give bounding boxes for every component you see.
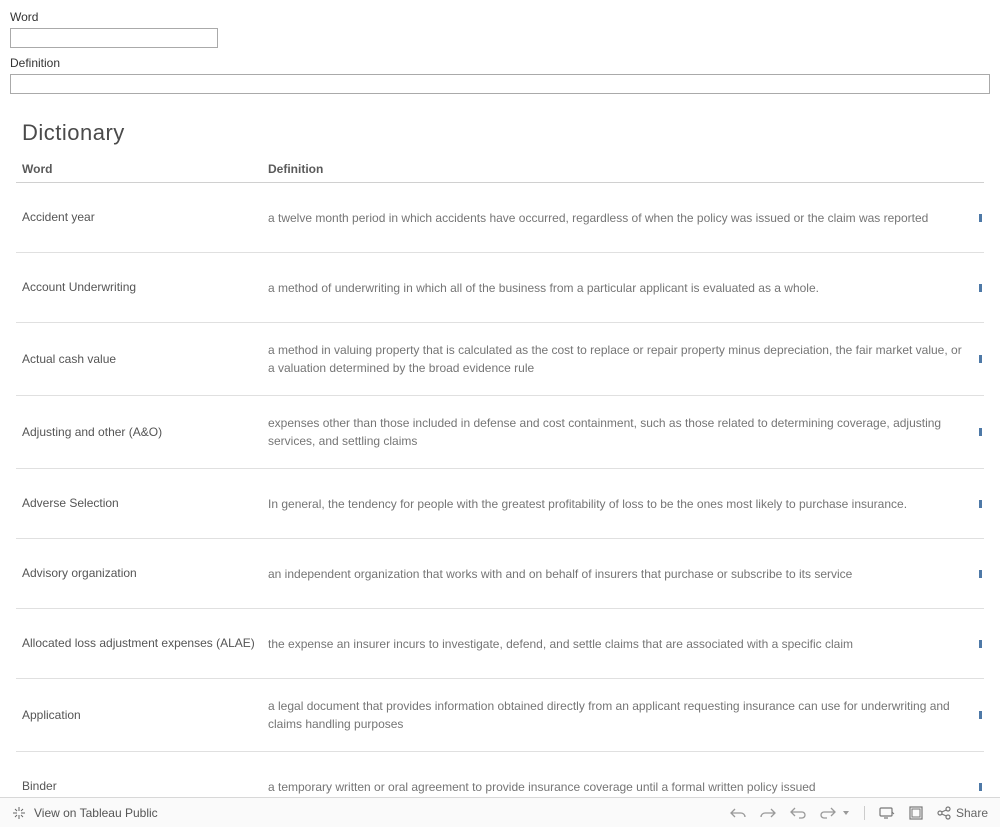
bar-mark [979,640,982,648]
bar-mark [979,711,982,719]
definition-cell: a legal document that provides informati… [268,679,978,751]
definition-cell: expenses other than those included in de… [268,396,978,468]
bar-mark [979,783,982,791]
bottom-toolbar: View on Tableau Public Share [0,797,1000,827]
word-cell: Application [16,689,268,742]
share-icon [937,806,951,820]
filter-area: Word Definition [0,0,1000,100]
refresh-button[interactable] [820,806,836,820]
tableau-logo-icon [12,806,26,820]
table-row[interactable]: Adjusting and other (A&O)expenses other … [16,396,984,469]
word-cell: Adjusting and other (A&O) [16,406,268,459]
bar-cell [978,355,984,363]
word-cell: Accident year [16,191,268,244]
bar-cell [978,570,984,578]
dictionary-table: Word Definition Accident yeara twelve mo… [16,162,984,803]
definition-cell: an independent organization that works w… [268,547,978,601]
section-title: Dictionary [22,120,984,146]
dictionary-section: Dictionary Word Definition Accident year… [0,100,1000,803]
word-filter-input[interactable] [10,28,218,48]
bar-cell [978,214,984,222]
device-preview-button[interactable] [879,806,895,820]
table-row[interactable]: Bindera temporary written or oral agreem… [16,752,984,803]
bar-cell [978,783,984,791]
revert-button[interactable] [790,806,806,820]
word-cell: Account Underwriting [16,261,268,314]
table-row[interactable]: Account Underwritinga method of underwri… [16,253,984,323]
fullscreen-button[interactable] [909,806,923,820]
bar-mark [979,214,982,222]
bar-mark [979,500,982,508]
definition-cell: In general, the tendency for people with… [268,477,978,531]
word-cell: Actual cash value [16,333,268,386]
table-row[interactable]: Adverse SelectionIn general, the tendenc… [16,469,984,539]
share-button[interactable]: Share [937,806,988,820]
definition-cell: a method of underwriting in which all of… [268,261,978,315]
view-on-tableau-public-button[interactable]: View on Tableau Public [34,806,158,820]
table-row[interactable]: Accident yeara twelve month period in wh… [16,183,984,253]
bar-cell [978,428,984,436]
word-cell: Allocated loss adjustment expenses (ALAE… [16,617,268,670]
refresh-dropdown-button[interactable] [842,809,850,817]
column-header-definition[interactable]: Definition [268,162,978,176]
table-body[interactable]: Accident yeara twelve month period in wh… [16,183,984,803]
table-row[interactable]: Allocated loss adjustment expenses (ALAE… [16,609,984,679]
bar-mark [979,284,982,292]
table-row[interactable]: Applicationa legal document that provide… [16,679,984,752]
bar-cell [978,284,984,292]
column-header-word[interactable]: Word [16,162,268,176]
bar-mark [979,355,982,363]
table-row[interactable]: Actual cash valuea method in valuing pro… [16,323,984,396]
table-header: Word Definition [16,162,984,183]
bar-cell [978,640,984,648]
definition-filter-label: Definition [10,56,990,70]
word-filter-label: Word [10,10,990,24]
definition-cell: the expense an insurer incurs to investi… [268,617,978,671]
bar-cell [978,500,984,508]
table-row[interactable]: Advisory organizationan independent orga… [16,539,984,609]
bar-cell [978,711,984,719]
definition-filter-input[interactable] [10,74,990,94]
bar-mark [979,428,982,436]
bar-mark [979,570,982,578]
toolbar-divider [864,806,865,820]
share-label: Share [956,806,988,820]
definition-cell: a twelve month period in which accidents… [268,191,978,245]
undo-button[interactable] [730,806,746,820]
word-cell: Advisory organization [16,547,268,600]
redo-button[interactable] [760,806,776,820]
definition-cell: a method in valuing property that is cal… [268,323,978,395]
word-cell: Adverse Selection [16,477,268,530]
